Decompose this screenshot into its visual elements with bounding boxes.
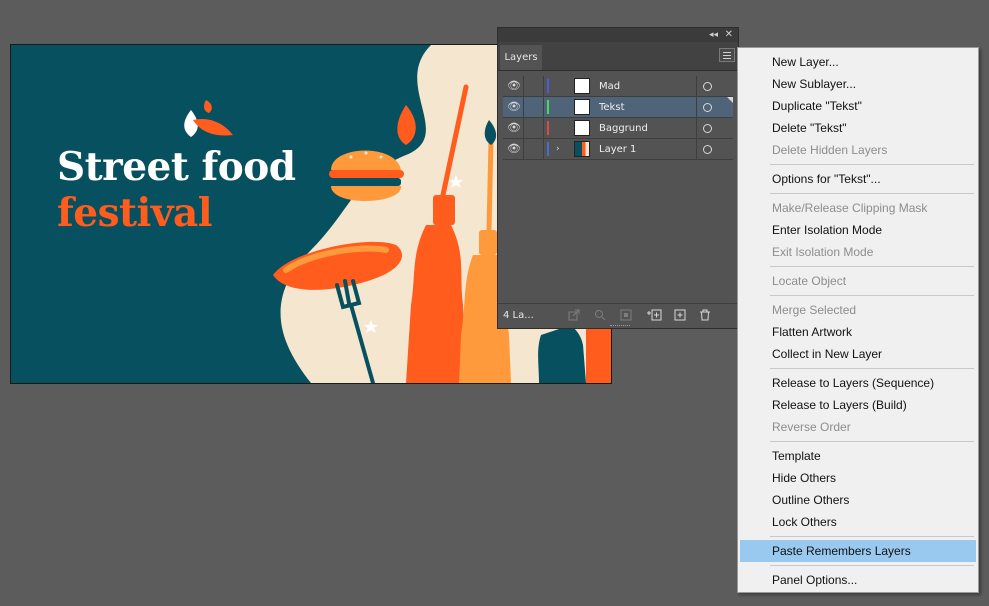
layer-color-swatch (547, 142, 549, 156)
menu-separator (770, 368, 974, 369)
menu-item: Exit Isolation Mode (772, 245, 874, 259)
divider (543, 118, 544, 138)
menu-separator (770, 565, 974, 566)
menu-item: Reverse Order (772, 420, 851, 434)
menu-item[interactable]: Panel Options... (740, 569, 976, 591)
divider (696, 97, 697, 117)
divider (696, 139, 697, 159)
layer-color-swatch (547, 79, 549, 93)
menu-item[interactable]: Hide Others (740, 467, 976, 489)
splash-drop (204, 100, 212, 113)
layer-thumbnail (574, 78, 590, 94)
panel-footer: 4 La... (498, 303, 738, 328)
menu-separator (770, 441, 974, 442)
splash-drop (193, 118, 233, 136)
layers-panel: ◂◂ ✕ Layers 👁 Mad 👁 Tekst 👁 Baggrund 👁 › Layer 1… (497, 27, 739, 329)
menu-item[interactable]: Template (740, 445, 976, 467)
menu-item[interactable]: Options for "Tekst"... (740, 168, 976, 190)
menu-item[interactable]: Collect in New Layer (740, 343, 976, 365)
panel-tabbar: Layers (498, 42, 738, 71)
layer-name[interactable]: Tekst (599, 97, 624, 118)
divider (523, 76, 524, 96)
menu-separator (770, 193, 974, 194)
layer-name[interactable]: Mad (599, 76, 620, 97)
menu-item[interactable]: Lock Others (740, 511, 976, 533)
eye-icon[interactable]: 👁 (505, 76, 523, 96)
divider (543, 139, 544, 159)
bottle-right-edge (586, 325, 611, 383)
menu-item: Make/Release Clipping Mask (772, 201, 928, 215)
menu-separator (770, 266, 974, 267)
new-sublayer-icon[interactable] (646, 309, 662, 321)
layer-row[interactable]: 👁 Tekst (503, 97, 733, 118)
search-icon[interactable] (594, 309, 606, 321)
trash-icon[interactable] (699, 309, 711, 321)
divider (523, 139, 524, 159)
eye-icon[interactable]: 👁 (505, 139, 523, 159)
divider (523, 97, 524, 117)
menu-item[interactable]: Paste Remembers Layers (740, 540, 976, 562)
target-icon[interactable] (703, 82, 712, 91)
resize-grip[interactable] (610, 325, 630, 328)
layer-name[interactable]: Layer 1 (599, 139, 636, 160)
menu-item[interactable]: New Sublayer... (740, 73, 976, 95)
export-icon[interactable] (568, 309, 580, 321)
menu-separator (770, 164, 974, 165)
layer-row[interactable]: 👁 › Layer 1 (503, 139, 733, 160)
burger (329, 150, 404, 202)
menu-item[interactable]: Delete "Tekst" (740, 117, 976, 139)
menu-item[interactable]: Outline Others (740, 489, 976, 511)
layer-color-swatch (547, 121, 549, 135)
panel-menu-icon[interactable] (719, 48, 735, 62)
menu-item[interactable]: Enter Isolation Mode (740, 219, 976, 241)
menu-separator (770, 295, 974, 296)
divider (696, 118, 697, 138)
selection-indicator (727, 97, 733, 103)
headline-text: Street food (57, 144, 296, 190)
menu-item[interactable]: Release to Layers (Sequence) (740, 372, 976, 394)
clipping-mask-icon[interactable] (620, 309, 632, 321)
menu-item: Merge Selected (772, 303, 857, 317)
menu-separator (770, 536, 974, 537)
panel-titlebar[interactable]: ◂◂ ✕ (498, 28, 738, 42)
layer-thumbnail (574, 99, 590, 115)
menu-item[interactable]: Release to Layers (Build) (740, 394, 976, 416)
new-layer-icon[interactable] (674, 309, 686, 321)
menu-item[interactable]: Duplicate "Tekst" (740, 95, 976, 117)
target-icon[interactable] (703, 145, 712, 154)
layer-color-swatch (547, 100, 549, 114)
menu-item: Locate Object (772, 274, 847, 288)
close-icon[interactable]: ✕ (725, 28, 733, 42)
layer-thumbnail (574, 141, 590, 157)
chevron-right-icon[interactable]: › (556, 139, 566, 159)
splash-drop (397, 105, 416, 145)
menu-item: Delete Hidden Layers (772, 143, 888, 157)
layer-row[interactable]: 👁 Mad (503, 76, 733, 97)
layer-list: 👁 Mad 👁 Tekst 👁 Baggrund 👁 › Layer 1 (503, 76, 733, 160)
layer-thumbnail (574, 120, 590, 136)
eye-icon[interactable]: 👁 (505, 97, 523, 117)
menu-item[interactable]: New Layer... (740, 51, 976, 73)
layer-count: 4 La... (503, 310, 534, 321)
layers-panel-menu: New Layer... New Sublayer... Duplicate "Te… (737, 47, 979, 593)
collapse-icon[interactable]: ◂◂ (709, 28, 718, 42)
divider (543, 76, 544, 96)
menu-item[interactable]: Flatten Artwork (740, 321, 976, 343)
target-icon[interactable] (703, 103, 712, 112)
subline-text: festival (57, 190, 213, 236)
divider (543, 97, 544, 117)
divider (696, 76, 697, 96)
layer-name[interactable]: Baggrund (599, 118, 648, 139)
eye-icon[interactable]: 👁 (505, 118, 523, 138)
target-icon[interactable] (703, 124, 712, 133)
layer-row[interactable]: 👁 Baggrund (503, 118, 733, 139)
tab-layers[interactable]: Layers (500, 45, 542, 70)
divider (523, 118, 524, 138)
